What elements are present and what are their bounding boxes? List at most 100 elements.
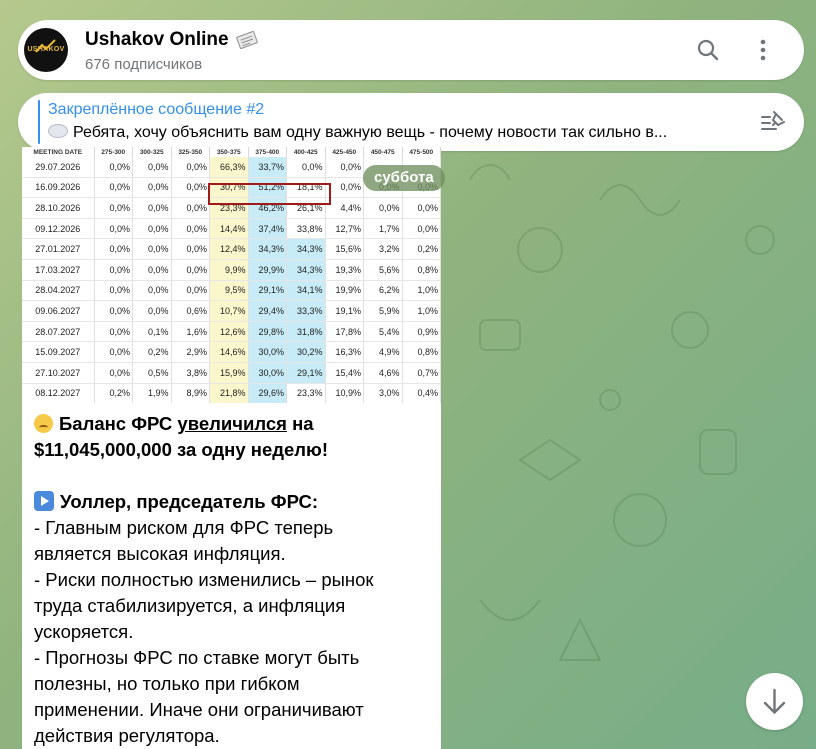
table-cell: 0,0% [402,197,441,219]
table-date-cell: 09.06.2027 [22,300,95,322]
table-cell: 0,0% [132,218,172,240]
table-cell: 15,6% [325,238,364,260]
more-vertical-icon[interactable] [750,37,776,63]
table-cell: 1,0% [402,280,441,302]
table-cell: 0,0% [132,197,172,219]
channel-header[interactable]: USHAKOV Ushakov Online 676 подписчиков [18,20,804,80]
table-cell: 16,3% [325,341,364,363]
table-cell: 4,9% [363,341,403,363]
table-header-cell: 300-325 [132,147,172,157]
table-cell: 12,4% [209,238,249,260]
table-cell: 8,9% [171,383,210,405]
message-line: ускоряется. [34,621,134,642]
table-cell: 1,6% [171,321,210,343]
table-cell: 0,6% [171,300,210,322]
table-cell: 0,0% [94,280,133,302]
message-line: Уоллер, председатель ФРС: [34,489,429,515]
unamused-face-emoji-icon [34,414,53,433]
table-date-cell: 09.12.2026 [22,218,95,240]
table-cell: 29,1% [248,280,287,302]
table-header-cell: 275-300 [94,147,133,157]
table-row: 28.07.2027 0,0% 0,1% 1,6% 12,6% 29,8% 31,8% 17,… [22,321,441,343]
table-cell: 0,0% [171,238,210,260]
table-cell: 0,0% [132,238,172,260]
table-cell: 9,9% [209,259,249,281]
table-cell: 0,0% [402,218,441,240]
table-date-cell: 27.01.2027 [22,238,95,260]
search-icon[interactable] [695,37,721,63]
channel-avatar[interactable]: USHAKOV [24,28,68,72]
table-cell: 1,7% [363,218,403,240]
table-cell: 5,9% [363,300,403,322]
table-cell: 1,9% [132,383,172,405]
table-cell: 0,0% [94,341,133,363]
table-header-cell: 350-375 [209,147,249,157]
table-cell: 0,0% [171,177,210,199]
table-cell: 0,0% [171,280,210,302]
table-cell: 0,0% [132,300,172,322]
table-cell: 29,9% [248,259,287,281]
table-cell: 19,1% [325,300,364,322]
table-header-cell: 375-400 [248,147,287,157]
table-header-cell: 400-425 [286,147,326,157]
table-cell: 37,4% [248,218,287,240]
table-row: 08.12.2027 0,2% 1,9% 8,9% 21,8% 29,6% 23,3% 10,… [22,383,441,405]
table-cell: 4,6% [363,362,403,384]
table-row: 09.12.2026 0,0% 0,0% 0,0% 14,4% 37,4% 33,8% 12,… [22,218,441,240]
table-cell: 30,0% [248,362,287,384]
table-cell: 0,0% [94,259,133,281]
table-cell: 0,0% [94,157,133,178]
table-cell: 1,0% [402,300,441,322]
table-cell: 9,5% [209,280,249,302]
table-cell: 29,1% [286,362,326,384]
table-cell: 21,8% [209,383,249,405]
table-cell: 12,7% [325,218,364,240]
table-cell: 31,8% [286,321,326,343]
table-row: 27.01.2027 0,0% 0,0% 0,0% 12,4% 34,3% 34,3% 15,… [22,238,441,260]
newspaper-icon [235,31,258,49]
table-cell: 0,0% [94,238,133,260]
table-date-cell: 28.07.2027 [22,321,95,343]
table-cell: 3,8% [171,362,210,384]
table-cell: 33,3% [286,300,326,322]
arrow-down-icon [763,688,786,714]
table-header-cell: MEETING DATE [22,147,95,157]
pinned-message-bar[interactable]: Закреплённое сообщение #2 Ребята, хочу о… [18,93,804,151]
message-line: полезны, но только при гибком [34,673,300,694]
table-cell: 34,3% [248,238,287,260]
table-cell: 34,3% [286,259,326,281]
table-date-cell: 28.10.2026 [22,197,95,219]
table-cell: 10,7% [209,300,249,322]
highlight-box [208,183,331,205]
table-cell: 0,4% [402,383,441,405]
table-cell: 29,6% [248,383,287,405]
message-line: $11,045,000,000 за одну неделю! [34,439,328,460]
message-line: является высокая инфляция. [34,543,286,564]
table-cell: 0,1% [132,321,172,343]
table-cell: 0,5% [132,362,172,384]
table-cell: 19,3% [325,259,364,281]
table-date-cell: 08.12.2027 [22,383,95,405]
table-cell: 0,8% [402,341,441,363]
table-cell: 0,0% [325,157,364,178]
table-row: 28.04.2027 0,0% 0,0% 0,0% 9,5% 29,1% 34,1% 19,9… [22,280,441,302]
table-row: 09.06.2027 0,0% 0,0% 0,6% 10,7% 29,4% 33,3% 19,… [22,300,441,322]
table-date-cell: 15.09.2027 [22,341,95,363]
table-cell: 6,2% [363,280,403,302]
scroll-to-bottom-button[interactable] [746,673,803,730]
table-date-cell: 29.07.2026 [22,157,95,178]
table-row: 17.03.2027 0,0% 0,0% 0,0% 9,9% 29,9% 34,3% 19,3… [22,259,441,281]
date-pill: суббота [363,165,445,191]
table-cell: 15,4% [325,362,364,384]
table-cell: 3,2% [363,238,403,260]
message-line: Баланс ФРС увеличился на [34,411,429,437]
message-line: - Риски полностью изменились – рынок [34,569,374,590]
table-date-cell: 28.04.2027 [22,280,95,302]
table-cell: 15,9% [209,362,249,384]
subscriber-count: 676 подписчиков [85,56,203,73]
table-cell: 19,9% [325,280,364,302]
table-header-cell: 425-450 [325,147,364,157]
channel-title[interactable]: Ushakov Online [85,29,259,51]
pinned-title: Закреплённое сообщение #2 [48,101,265,118]
pinned-list-icon[interactable] [760,109,786,135]
